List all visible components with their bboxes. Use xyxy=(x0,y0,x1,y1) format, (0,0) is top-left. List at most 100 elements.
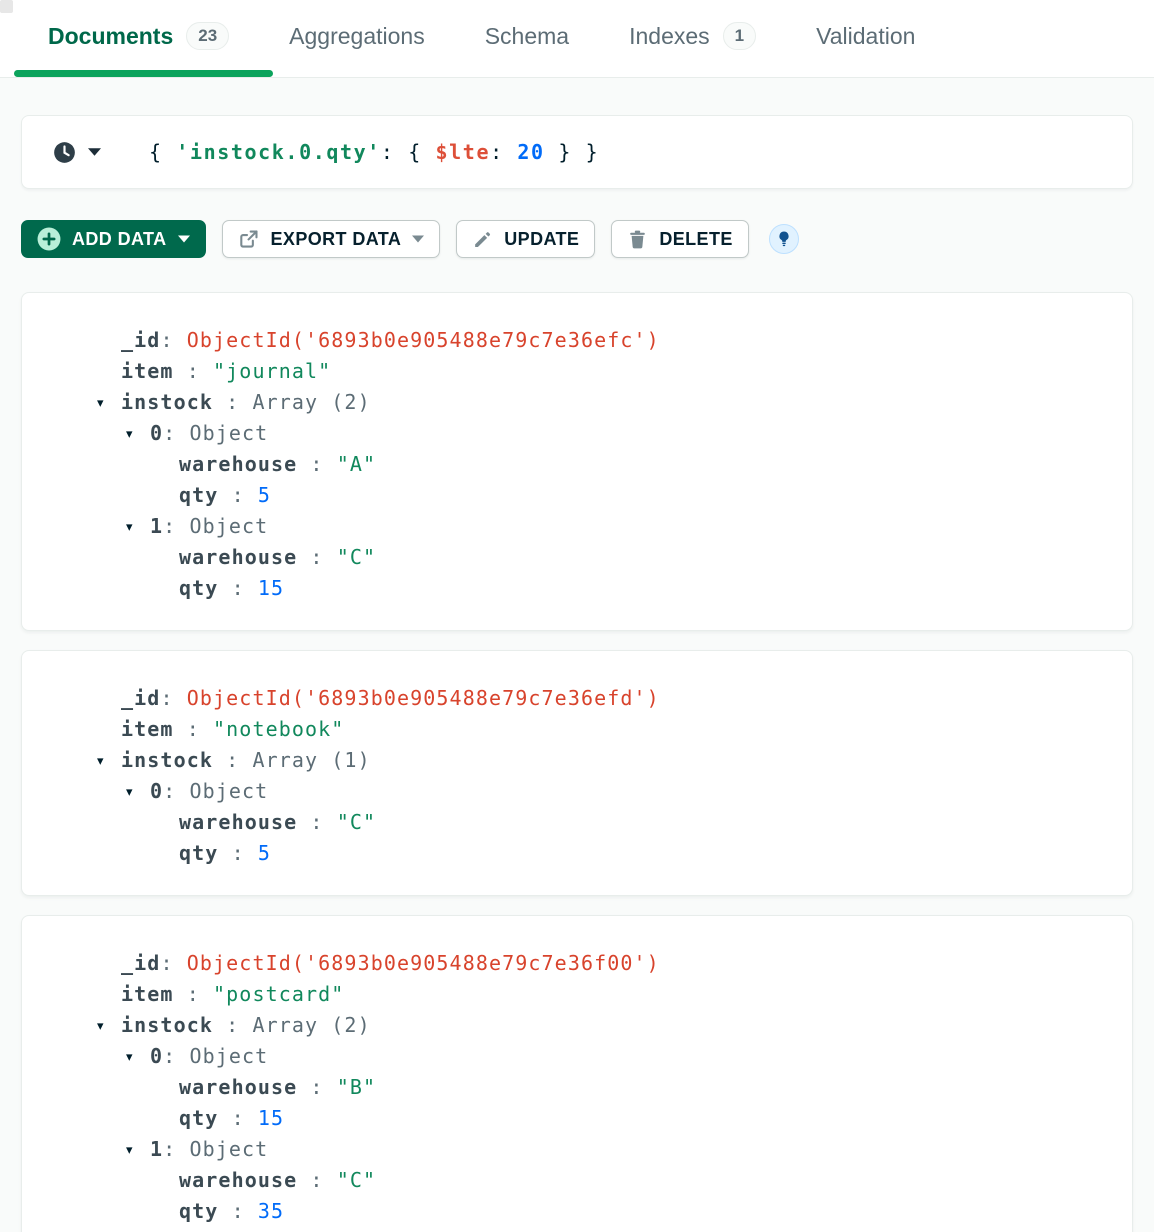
collapse-caret-icon[interactable]: ▾ xyxy=(97,1010,121,1041)
field-value[interactable]: Object xyxy=(189,1044,268,1068)
field-value[interactable]: Array (1) xyxy=(252,748,370,772)
collapse-caret-icon[interactable]: ▾ xyxy=(97,745,121,776)
collapse-caret-icon[interactable]: ▾ xyxy=(126,1134,150,1165)
field-row-qty[interactable]: qty : 5 xyxy=(22,838,1132,869)
field-row-item[interactable]: item : "notebook" xyxy=(22,714,1132,745)
collapse-caret-icon[interactable]: ▾ xyxy=(126,776,150,807)
field-value[interactable]: ObjectId('6893b0e905488e79c7e36f00') xyxy=(187,951,660,975)
field-value[interactable]: 5 xyxy=(258,841,271,865)
field-row-qty[interactable]: qty : 15 xyxy=(22,573,1132,604)
field-row-item[interactable]: item : "postcard" xyxy=(22,979,1132,1010)
field-key[interactable]: item xyxy=(121,717,174,741)
field-key[interactable]: 1 xyxy=(150,514,163,538)
field-value[interactable]: 15 xyxy=(258,1106,284,1130)
field-value[interactable]: Array (2) xyxy=(252,390,370,414)
field-row-instock[interactable]: ▾instock : Array (2) xyxy=(22,387,1132,418)
field-value[interactable]: "A" xyxy=(337,452,376,476)
field-value[interactable]: 15 xyxy=(258,576,284,600)
field-row-qty[interactable]: qty : 5 xyxy=(22,480,1132,511)
field-key[interactable]: item xyxy=(121,359,174,383)
field-key[interactable]: qty xyxy=(179,1199,218,1223)
add-data-button[interactable]: ADD DATA xyxy=(21,220,206,258)
field-row-_id[interactable]: _id: ObjectId('6893b0e905488e79c7e36efc'… xyxy=(22,325,1132,356)
field-separator: : xyxy=(160,686,186,710)
field-row-0[interactable]: ▾0: Object xyxy=(22,1041,1132,1072)
field-key[interactable]: warehouse xyxy=(179,810,297,834)
document-list: _id: ObjectId('6893b0e905488e79c7e36efc'… xyxy=(21,292,1133,1232)
field-row-warehouse[interactable]: warehouse : "B" xyxy=(22,1072,1132,1103)
collapse-caret-icon[interactable]: ▾ xyxy=(126,511,150,542)
field-row-0[interactable]: ▾0: Object xyxy=(22,776,1132,807)
field-key[interactable]: qty xyxy=(179,576,218,600)
field-key[interactable]: item xyxy=(121,982,174,1006)
tab-schema[interactable]: Schema xyxy=(485,23,569,50)
field-value[interactable]: "B" xyxy=(337,1075,376,1099)
field-row-1[interactable]: ▾1: Object xyxy=(22,1134,1132,1165)
field-key[interactable]: warehouse xyxy=(179,1075,297,1099)
tab-aggregations[interactable]: Aggregations xyxy=(289,23,425,50)
field-key[interactable]: 0 xyxy=(150,421,163,445)
field-row-0[interactable]: ▾0: Object xyxy=(22,418,1132,449)
field-row-warehouse[interactable]: warehouse : "C" xyxy=(22,1165,1132,1196)
field-key[interactable]: instock xyxy=(121,390,213,414)
field-key[interactable]: 0 xyxy=(150,779,163,803)
field-key[interactable]: warehouse xyxy=(179,452,297,476)
field-key[interactable]: 0 xyxy=(150,1044,163,1068)
field-value[interactable]: "C" xyxy=(337,810,376,834)
field-key[interactable]: warehouse xyxy=(179,545,297,569)
query-history-dropdown[interactable] xyxy=(53,141,101,164)
field-value[interactable]: Object xyxy=(189,514,268,538)
tab-indexes[interactable]: Indexes 1 xyxy=(629,22,756,50)
field-separator: : xyxy=(163,514,189,538)
field-key[interactable]: instock xyxy=(121,1013,213,1037)
field-row-_id[interactable]: _id: ObjectId('6893b0e905488e79c7e36f00'… xyxy=(22,948,1132,979)
tab-documents[interactable]: Documents 23 xyxy=(48,22,229,50)
field-value[interactable]: "notebook" xyxy=(213,717,344,741)
query-bar[interactable]: { 'instock.0.qty': { $lte: 20 } } xyxy=(21,115,1133,189)
document-card: _id: ObjectId('6893b0e905488e79c7e36efc'… xyxy=(21,292,1133,631)
export-data-button[interactable]: EXPORT DATA xyxy=(222,220,441,258)
field-row-warehouse[interactable]: warehouse : "C" xyxy=(22,807,1132,838)
update-button[interactable]: UPDATE xyxy=(456,220,595,258)
field-row-instock[interactable]: ▾instock : Array (1) xyxy=(22,745,1132,776)
field-value[interactable]: Object xyxy=(189,421,268,445)
field-value[interactable]: "postcard" xyxy=(213,982,344,1006)
field-key[interactable]: 1 xyxy=(150,1137,163,1161)
delete-button[interactable]: DELETE xyxy=(611,220,748,258)
field-value[interactable]: Array (2) xyxy=(252,1013,370,1037)
insights-button[interactable] xyxy=(769,224,799,254)
field-key[interactable]: _id xyxy=(121,951,160,975)
field-value[interactable]: 35 xyxy=(258,1199,284,1223)
field-row-qty[interactable]: qty : 15 xyxy=(22,1103,1132,1134)
field-key[interactable]: _id xyxy=(121,328,160,352)
field-row-qty[interactable]: qty : 35 xyxy=(22,1196,1132,1227)
field-value[interactable]: Object xyxy=(189,779,268,803)
field-separator: : xyxy=(218,576,257,600)
field-separator: : xyxy=(174,982,213,1006)
field-row-warehouse[interactable]: warehouse : "A" xyxy=(22,449,1132,480)
field-row-item[interactable]: item : "journal" xyxy=(22,356,1132,387)
field-value[interactable]: ObjectId('6893b0e905488e79c7e36efc') xyxy=(187,328,660,352)
field-value[interactable]: "C" xyxy=(337,1168,376,1192)
collapse-caret-icon[interactable]: ▾ xyxy=(126,418,150,449)
field-value[interactable]: Object xyxy=(189,1137,268,1161)
field-key[interactable]: _id xyxy=(121,686,160,710)
field-value[interactable]: "C" xyxy=(337,545,376,569)
field-value[interactable]: 5 xyxy=(258,483,271,507)
field-row-_id[interactable]: _id: ObjectId('6893b0e905488e79c7e36efd'… xyxy=(22,683,1132,714)
field-row-instock[interactable]: ▾instock : Array (2) xyxy=(22,1010,1132,1041)
field-value[interactable]: ObjectId('6893b0e905488e79c7e36efd') xyxy=(187,686,660,710)
field-key[interactable]: warehouse xyxy=(179,1168,297,1192)
field-key[interactable]: qty xyxy=(179,1106,218,1130)
field-row-warehouse[interactable]: warehouse : "C" xyxy=(22,542,1132,573)
field-key[interactable]: qty xyxy=(179,841,218,865)
tab-validation[interactable]: Validation xyxy=(816,23,915,50)
field-value[interactable]: "journal" xyxy=(213,359,331,383)
tab-label: Schema xyxy=(485,23,569,50)
collapse-caret-icon[interactable]: ▾ xyxy=(126,1041,150,1072)
field-row-1[interactable]: ▾1: Object xyxy=(22,511,1132,542)
field-key[interactable]: instock xyxy=(121,748,213,772)
query-text[interactable]: { 'instock.0.qty': { $lte: 20 } } xyxy=(149,140,599,164)
collapse-caret-icon[interactable]: ▾ xyxy=(97,387,121,418)
field-key[interactable]: qty xyxy=(179,483,218,507)
